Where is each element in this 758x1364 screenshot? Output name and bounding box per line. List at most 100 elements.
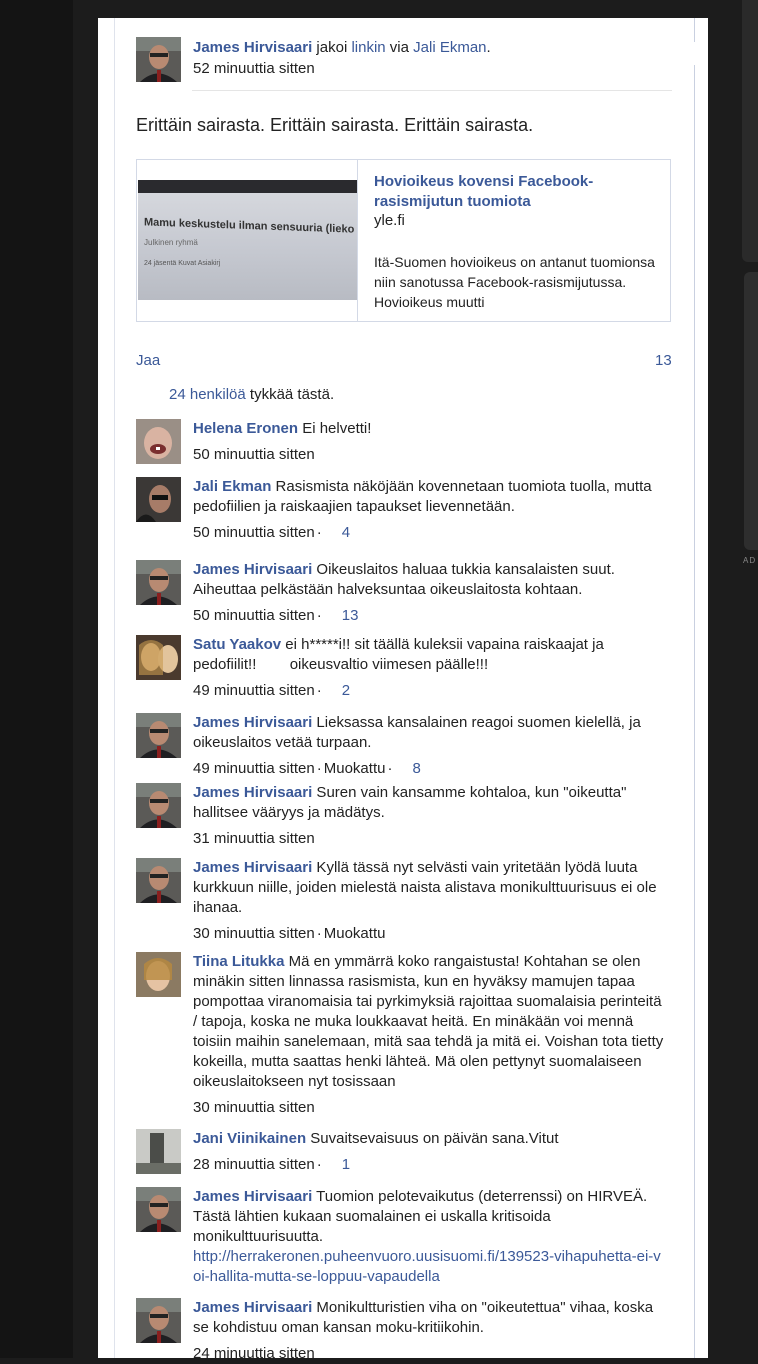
- comment-body: James Hirvisaari Suren vain kansamme koh…: [193, 783, 666, 849]
- comment-timestamp[interactable]: 50 minuuttia sitten: [193, 607, 315, 624]
- shared-link-card[interactable]: Mamu keskustelu ilman sensuuria (lieko J…: [136, 159, 671, 322]
- divider-line: [114, 18, 115, 1358]
- avatar[interactable]: [136, 1129, 181, 1174]
- thumbnail-subtitle: Julkinen ryhmä: [144, 238, 198, 247]
- avatar[interactable]: [136, 635, 181, 680]
- avatar-icon: [136, 419, 181, 464]
- commenter-name[interactable]: James Hirvisaari: [193, 859, 312, 876]
- comment-body: Jani Viinikainen Suvaitsevaisuus on päiv…: [193, 1129, 666, 1175]
- comment-text: Mä en ymmärrä koko rangaistusta! Kohtaha…: [193, 953, 664, 1090]
- avatar-icon: [136, 783, 181, 828]
- post-author-link[interactable]: James Hirvisaari: [193, 39, 312, 56]
- edited-label[interactable]: Muokattu: [324, 760, 386, 777]
- commenter-name[interactable]: Jani Viinikainen: [193, 1130, 306, 1147]
- comment-timestamp[interactable]: 31 minuuttia sitten: [193, 830, 315, 847]
- comment-meta: 50 minuuttia sitten · 4: [193, 523, 666, 543]
- comment-url-link[interactable]: http://herrakeronen.puheenvuoro.uusisuom…: [193, 1247, 666, 1287]
- comment-body: James Hirvisaari Oikeuslaitos haluaa tuk…: [193, 560, 666, 626]
- comment-meta: 24 minuuttia sitten: [193, 1344, 666, 1364]
- avatar-icon: [136, 477, 181, 522]
- comment-timestamp[interactable]: 28 minuuttia sitten: [193, 1156, 315, 1173]
- commenter-name[interactable]: Jali Ekman: [193, 478, 271, 495]
- comment-meta: 49 minuuttia sitten · 2: [193, 681, 666, 701]
- thumbnail-title: Mamu keskustelu ilman sensuuria (lieko: [144, 216, 355, 236]
- comment-body: James Hirvisaari Kyllä tässä nyt selväst…: [193, 858, 666, 944]
- meta-separator: ·: [316, 682, 322, 699]
- commenter-name[interactable]: Tiina Litukka: [193, 953, 284, 970]
- comment-meta: 50 minuuttia sitten · 13: [193, 606, 666, 626]
- share-count[interactable]: 13: [655, 352, 672, 369]
- commenter-name[interactable]: Helena Eronen: [193, 420, 298, 437]
- post-action-text: jakoi: [312, 39, 352, 56]
- meta-separator: ·: [316, 760, 322, 777]
- comment-meta: 31 minuuttia sitten: [193, 829, 666, 849]
- post-header: James Hirvisaari jakoi linkin via Jali E…: [193, 38, 491, 58]
- comment-like-count[interactable]: 1: [342, 1156, 350, 1173]
- commenter-name[interactable]: James Hirvisaari: [193, 784, 312, 801]
- avatar-icon: [136, 37, 181, 82]
- left-background: [0, 0, 73, 1358]
- avatar[interactable]: [136, 952, 181, 997]
- likes-link[interactable]: 24 henkilöä: [169, 386, 246, 403]
- commenter-name[interactable]: James Hirvisaari: [193, 1299, 312, 1316]
- avatar-icon: [136, 1298, 181, 1343]
- avatar[interactable]: [136, 1298, 181, 1343]
- comment-meta: 49 minuuttia sitten · Muokattu · 8: [193, 759, 666, 779]
- right-ad-panel: [744, 272, 758, 550]
- commenter-name[interactable]: James Hirvisaari: [193, 1188, 312, 1205]
- comment-like-count[interactable]: 13: [342, 607, 359, 624]
- comment-body: Helena Eronen Ei helvetti! 50 minuuttia …: [193, 419, 666, 465]
- link-description: Itä-Suomen hovioikeus on antanut tuomion…: [374, 254, 655, 310]
- avatar[interactable]: [136, 713, 181, 758]
- avatar[interactable]: [136, 560, 181, 605]
- shared-link-word[interactable]: linkin: [351, 39, 385, 56]
- avatar[interactable]: [136, 477, 181, 522]
- avatar-icon: [136, 635, 181, 680]
- avatar-icon: [136, 713, 181, 758]
- avatar[interactable]: [136, 419, 181, 464]
- comment-timestamp[interactable]: 24 minuuttia sitten: [193, 1345, 315, 1362]
- meta-separator: ·: [316, 1156, 322, 1173]
- comment-body: Tiina Litukka Mä en ymmärrä koko rangais…: [193, 952, 666, 1118]
- post-timestamp[interactable]: 52 minuuttia sitten: [193, 60, 315, 77]
- comment-like-count[interactable]: 8: [412, 760, 420, 777]
- link-separator: [357, 160, 358, 321]
- comment-like-count[interactable]: 4: [342, 524, 350, 541]
- period: .: [486, 39, 491, 56]
- comment-text: Ei helvetti!: [298, 420, 372, 437]
- meta-separator: ·: [316, 925, 322, 942]
- header-divider: [192, 90, 672, 91]
- share-button[interactable]: Jaa: [136, 352, 160, 369]
- post-text: Erittäin sairasta. Erittäin sairasta. Er…: [136, 115, 534, 135]
- comment-timestamp[interactable]: 50 minuuttia sitten: [193, 446, 315, 463]
- commenter-name[interactable]: James Hirvisaari: [193, 714, 312, 731]
- commenter-name[interactable]: Satu Yaakov: [193, 636, 281, 653]
- comment-timestamp[interactable]: 49 minuuttia sitten: [193, 682, 315, 699]
- comment-timestamp[interactable]: 30 minuuttia sitten: [193, 1099, 315, 1116]
- comment-body: James Hirvisaari Lieksassa kansalainen r…: [193, 713, 666, 779]
- link-domain: yle.fi: [374, 212, 405, 229]
- avatar-icon: [136, 1187, 181, 1232]
- comment-timestamp[interactable]: 30 minuuttia sitten: [193, 925, 315, 942]
- avatar[interactable]: [136, 37, 181, 82]
- via-name-link[interactable]: Jali Ekman: [413, 39, 486, 56]
- edited-label[interactable]: Muokattu: [324, 925, 386, 942]
- comment-timestamp[interactable]: 50 minuuttia sitten: [193, 524, 315, 541]
- avatar[interactable]: [136, 858, 181, 903]
- ad-label: AD: [743, 556, 757, 565]
- commenter-name[interactable]: James Hirvisaari: [193, 561, 312, 578]
- comment-timestamp[interactable]: 49 minuuttia sitten: [193, 760, 315, 777]
- comment-body: Satu Yaakov ei h*****i!! sit täällä kule…: [193, 635, 666, 701]
- meta-separator: ·: [387, 760, 393, 777]
- comment-body: Jali Ekman Rasismista näköjään kovenneta…: [193, 477, 666, 543]
- comment-meta: 28 minuuttia sitten · 1: [193, 1155, 666, 1175]
- meta-separator: ·: [316, 524, 322, 541]
- thumbnail-meta: 24 jäsentä Kuvat Asiakirj: [144, 260, 221, 267]
- comment-like-count[interactable]: 2: [342, 682, 350, 699]
- likes-text: tykkää tästä.: [245, 386, 335, 403]
- avatar[interactable]: [136, 1187, 181, 1232]
- link-thumbnail[interactable]: Mamu keskustelu ilman sensuuria (lieko J…: [138, 180, 357, 300]
- link-title[interactable]: Hovioikeus kovensi Facebook-rasismijutun…: [374, 172, 664, 212]
- avatar[interactable]: [136, 783, 181, 828]
- avatar-icon: [136, 1129, 181, 1174]
